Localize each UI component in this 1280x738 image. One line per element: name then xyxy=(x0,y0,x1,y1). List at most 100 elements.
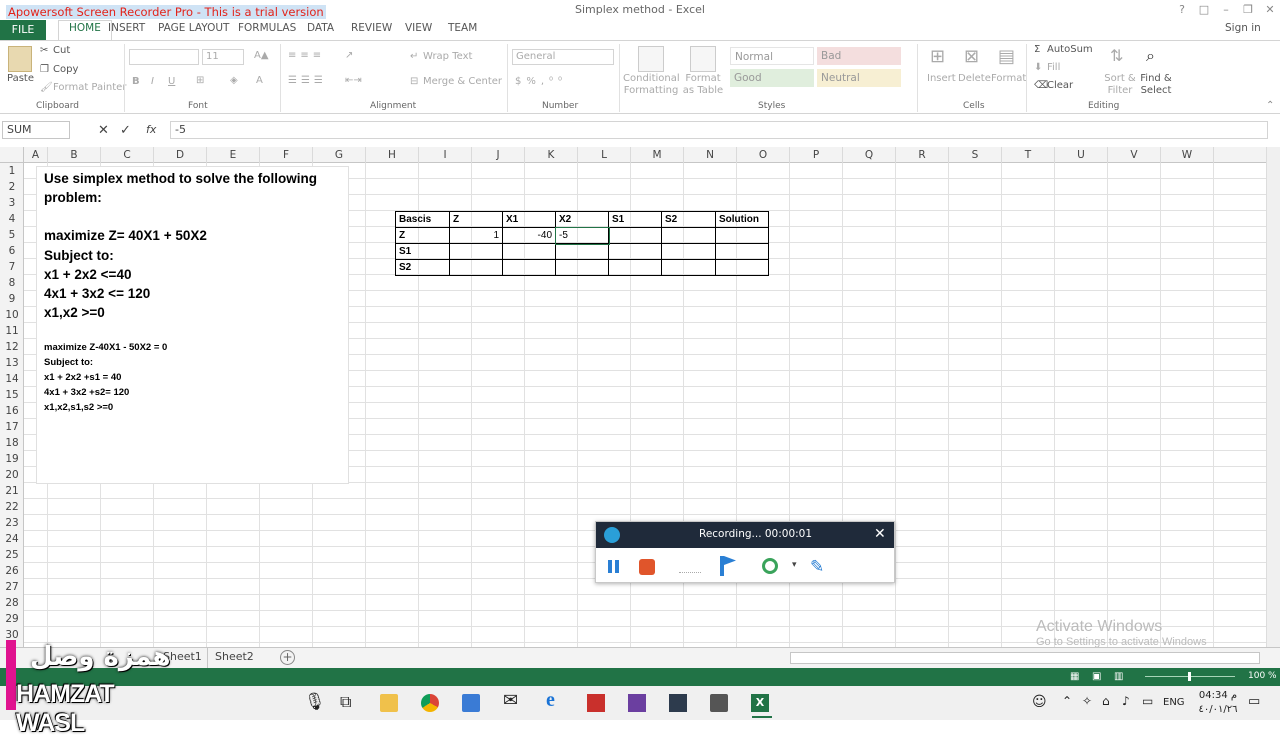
italic-button[interactable]: I xyxy=(151,76,154,87)
problem-textbox[interactable]: Use simplex method to solve the followin… xyxy=(36,166,349,484)
pause-icon[interactable] xyxy=(615,560,619,573)
autosum-button[interactable]: AutoSum xyxy=(1047,44,1093,55)
column-header-h[interactable]: H xyxy=(366,147,419,163)
annotate-flag-icon[interactable] xyxy=(720,556,724,576)
recorder-close-button[interactable]: ✕ xyxy=(874,526,886,542)
webcam-zoom-icon[interactable] xyxy=(762,558,778,574)
mail-icon[interactable]: ✉ xyxy=(503,690,518,711)
table-cell[interactable] xyxy=(555,259,609,276)
page-layout-view-icon[interactable]: ▣ xyxy=(1092,671,1101,682)
column-header-b[interactable]: B xyxy=(48,147,101,163)
column-header-o[interactable]: O xyxy=(737,147,790,163)
sign-in-link[interactable]: Sign in xyxy=(1225,22,1261,34)
paste-button[interactable]: Paste xyxy=(7,73,34,84)
row-header-7[interactable]: 7 xyxy=(0,259,24,275)
horizontal-align-icons[interactable]: ☰☰☰ xyxy=(288,75,327,86)
column-header-i[interactable]: I xyxy=(419,147,472,163)
column-header-j[interactable]: J xyxy=(472,147,525,163)
close-window-button[interactable]: ✕ xyxy=(1260,2,1280,18)
table-cell[interactable] xyxy=(715,243,769,260)
cut-button[interactable]: Cut xyxy=(53,45,70,56)
column-header-s[interactable]: S xyxy=(949,147,1002,163)
underline-button[interactable]: U xyxy=(168,76,175,87)
horizontal-scrollbar[interactable] xyxy=(790,652,1260,664)
table-header[interactable]: X2 xyxy=(555,211,609,228)
store-icon[interactable] xyxy=(462,694,480,712)
cortana-mic-icon[interactable]: 🎙 xyxy=(304,692,326,712)
ribbon-display-options-button[interactable]: □ xyxy=(1194,2,1214,18)
table-cell[interactable] xyxy=(449,243,503,260)
sheet-tab-sheet2[interactable]: Sheet2 xyxy=(215,650,254,663)
table-header[interactable]: X1 xyxy=(502,211,556,228)
column-header-d[interactable]: D xyxy=(154,147,207,163)
row-header-1[interactable]: 1 xyxy=(0,163,24,179)
table-cell[interactable]: S2 xyxy=(395,259,450,276)
media-player-icon[interactable] xyxy=(669,694,687,712)
copy-button[interactable]: Copy xyxy=(53,64,78,75)
row-header-9[interactable]: 9 xyxy=(0,291,24,307)
calculator-icon[interactable] xyxy=(710,694,728,712)
column-header-e[interactable]: E xyxy=(207,147,260,163)
row-header-10[interactable]: 10 xyxy=(0,307,24,323)
style-neutral[interactable]: Neutral xyxy=(817,69,901,87)
power-icon[interactable]: ▭ xyxy=(1142,694,1153,708)
column-header-g[interactable]: G xyxy=(313,147,366,163)
column-header-k[interactable]: K xyxy=(525,147,578,163)
column-header-a[interactable]: A xyxy=(24,147,48,163)
dropbox-icon[interactable]: ✧ xyxy=(1082,694,1092,708)
file-explorer-icon[interactable] xyxy=(380,694,398,712)
row-header-28[interactable]: 28 xyxy=(0,595,24,611)
wrap-text-button[interactable]: Wrap Text xyxy=(423,51,472,62)
chrome-icon[interactable] xyxy=(421,694,439,712)
row-header-16[interactable]: 16 xyxy=(0,403,24,419)
table-header[interactable]: Z xyxy=(449,211,503,228)
tab-formulas[interactable]: FORMULAS xyxy=(238,22,296,34)
borders-icon[interactable]: ⊞ xyxy=(196,75,204,86)
name-box[interactable]: SUM xyxy=(2,121,70,139)
tab-team[interactable]: TEAM xyxy=(448,22,477,34)
table-cell[interactable] xyxy=(555,243,609,260)
restore-button[interactable]: ❐ xyxy=(1238,2,1258,18)
pause-icon[interactable] xyxy=(608,560,612,573)
enter-check-icon[interactable]: ✓ xyxy=(120,123,131,138)
table-cell[interactable] xyxy=(502,243,556,260)
table-cell[interactable] xyxy=(502,259,556,276)
row-header-29[interactable]: 29 xyxy=(0,611,24,627)
row-header-3[interactable]: 3 xyxy=(0,195,24,211)
table-cell[interactable] xyxy=(608,259,662,276)
column-header-w[interactable]: W xyxy=(1161,147,1214,163)
column-header-v[interactable]: V xyxy=(1108,147,1161,163)
task-view-icon[interactable]: ⧉ xyxy=(340,692,351,712)
font-name-dropdown[interactable] xyxy=(129,49,199,65)
row-header-23[interactable]: 23 xyxy=(0,515,24,531)
active-cell[interactable]: -5 xyxy=(554,226,610,245)
new-sheet-button[interactable]: + xyxy=(280,650,295,665)
table-cell[interactable]: S1 xyxy=(395,243,450,260)
insert-cells-button[interactable]: Insert xyxy=(927,73,956,84)
row-header-27[interactable]: 27 xyxy=(0,579,24,595)
row-header-12[interactable]: 12 xyxy=(0,339,24,355)
fill-button[interactable]: Fill xyxy=(1047,62,1060,73)
indent-icons[interactable]: ⇤⇥ xyxy=(345,75,362,86)
zoom-slider-thumb[interactable] xyxy=(1188,672,1191,681)
insert-function-button[interactable]: fx xyxy=(146,123,156,136)
annotate-flag-icon[interactable] xyxy=(724,556,736,565)
font-color-icon[interactable]: A xyxy=(256,75,263,86)
edge-icon[interactable]: e xyxy=(546,689,555,712)
row-header-6[interactable]: 6 xyxy=(0,243,24,259)
format-as-table-button[interactable]: Format as Table xyxy=(680,73,726,97)
style-good[interactable]: Good xyxy=(730,69,814,87)
zoom-level[interactable]: 100 % xyxy=(1248,671,1277,681)
row-header-15[interactable]: 15 xyxy=(0,387,24,403)
column-header-q[interactable]: Q xyxy=(843,147,896,163)
table-cell[interactable]: Z xyxy=(395,227,450,244)
fill-color-icon[interactable]: ◈ xyxy=(230,75,238,86)
sort-filter-button[interactable]: Sort & Filter xyxy=(1102,73,1138,97)
table-cell[interactable] xyxy=(608,227,662,244)
column-header-p[interactable]: P xyxy=(790,147,843,163)
excel-icon[interactable]: X xyxy=(751,694,769,712)
row-header-26[interactable]: 26 xyxy=(0,563,24,579)
table-cell[interactable] xyxy=(608,243,662,260)
column-header-n[interactable]: N xyxy=(684,147,737,163)
column-header-l[interactable]: L xyxy=(578,147,631,163)
